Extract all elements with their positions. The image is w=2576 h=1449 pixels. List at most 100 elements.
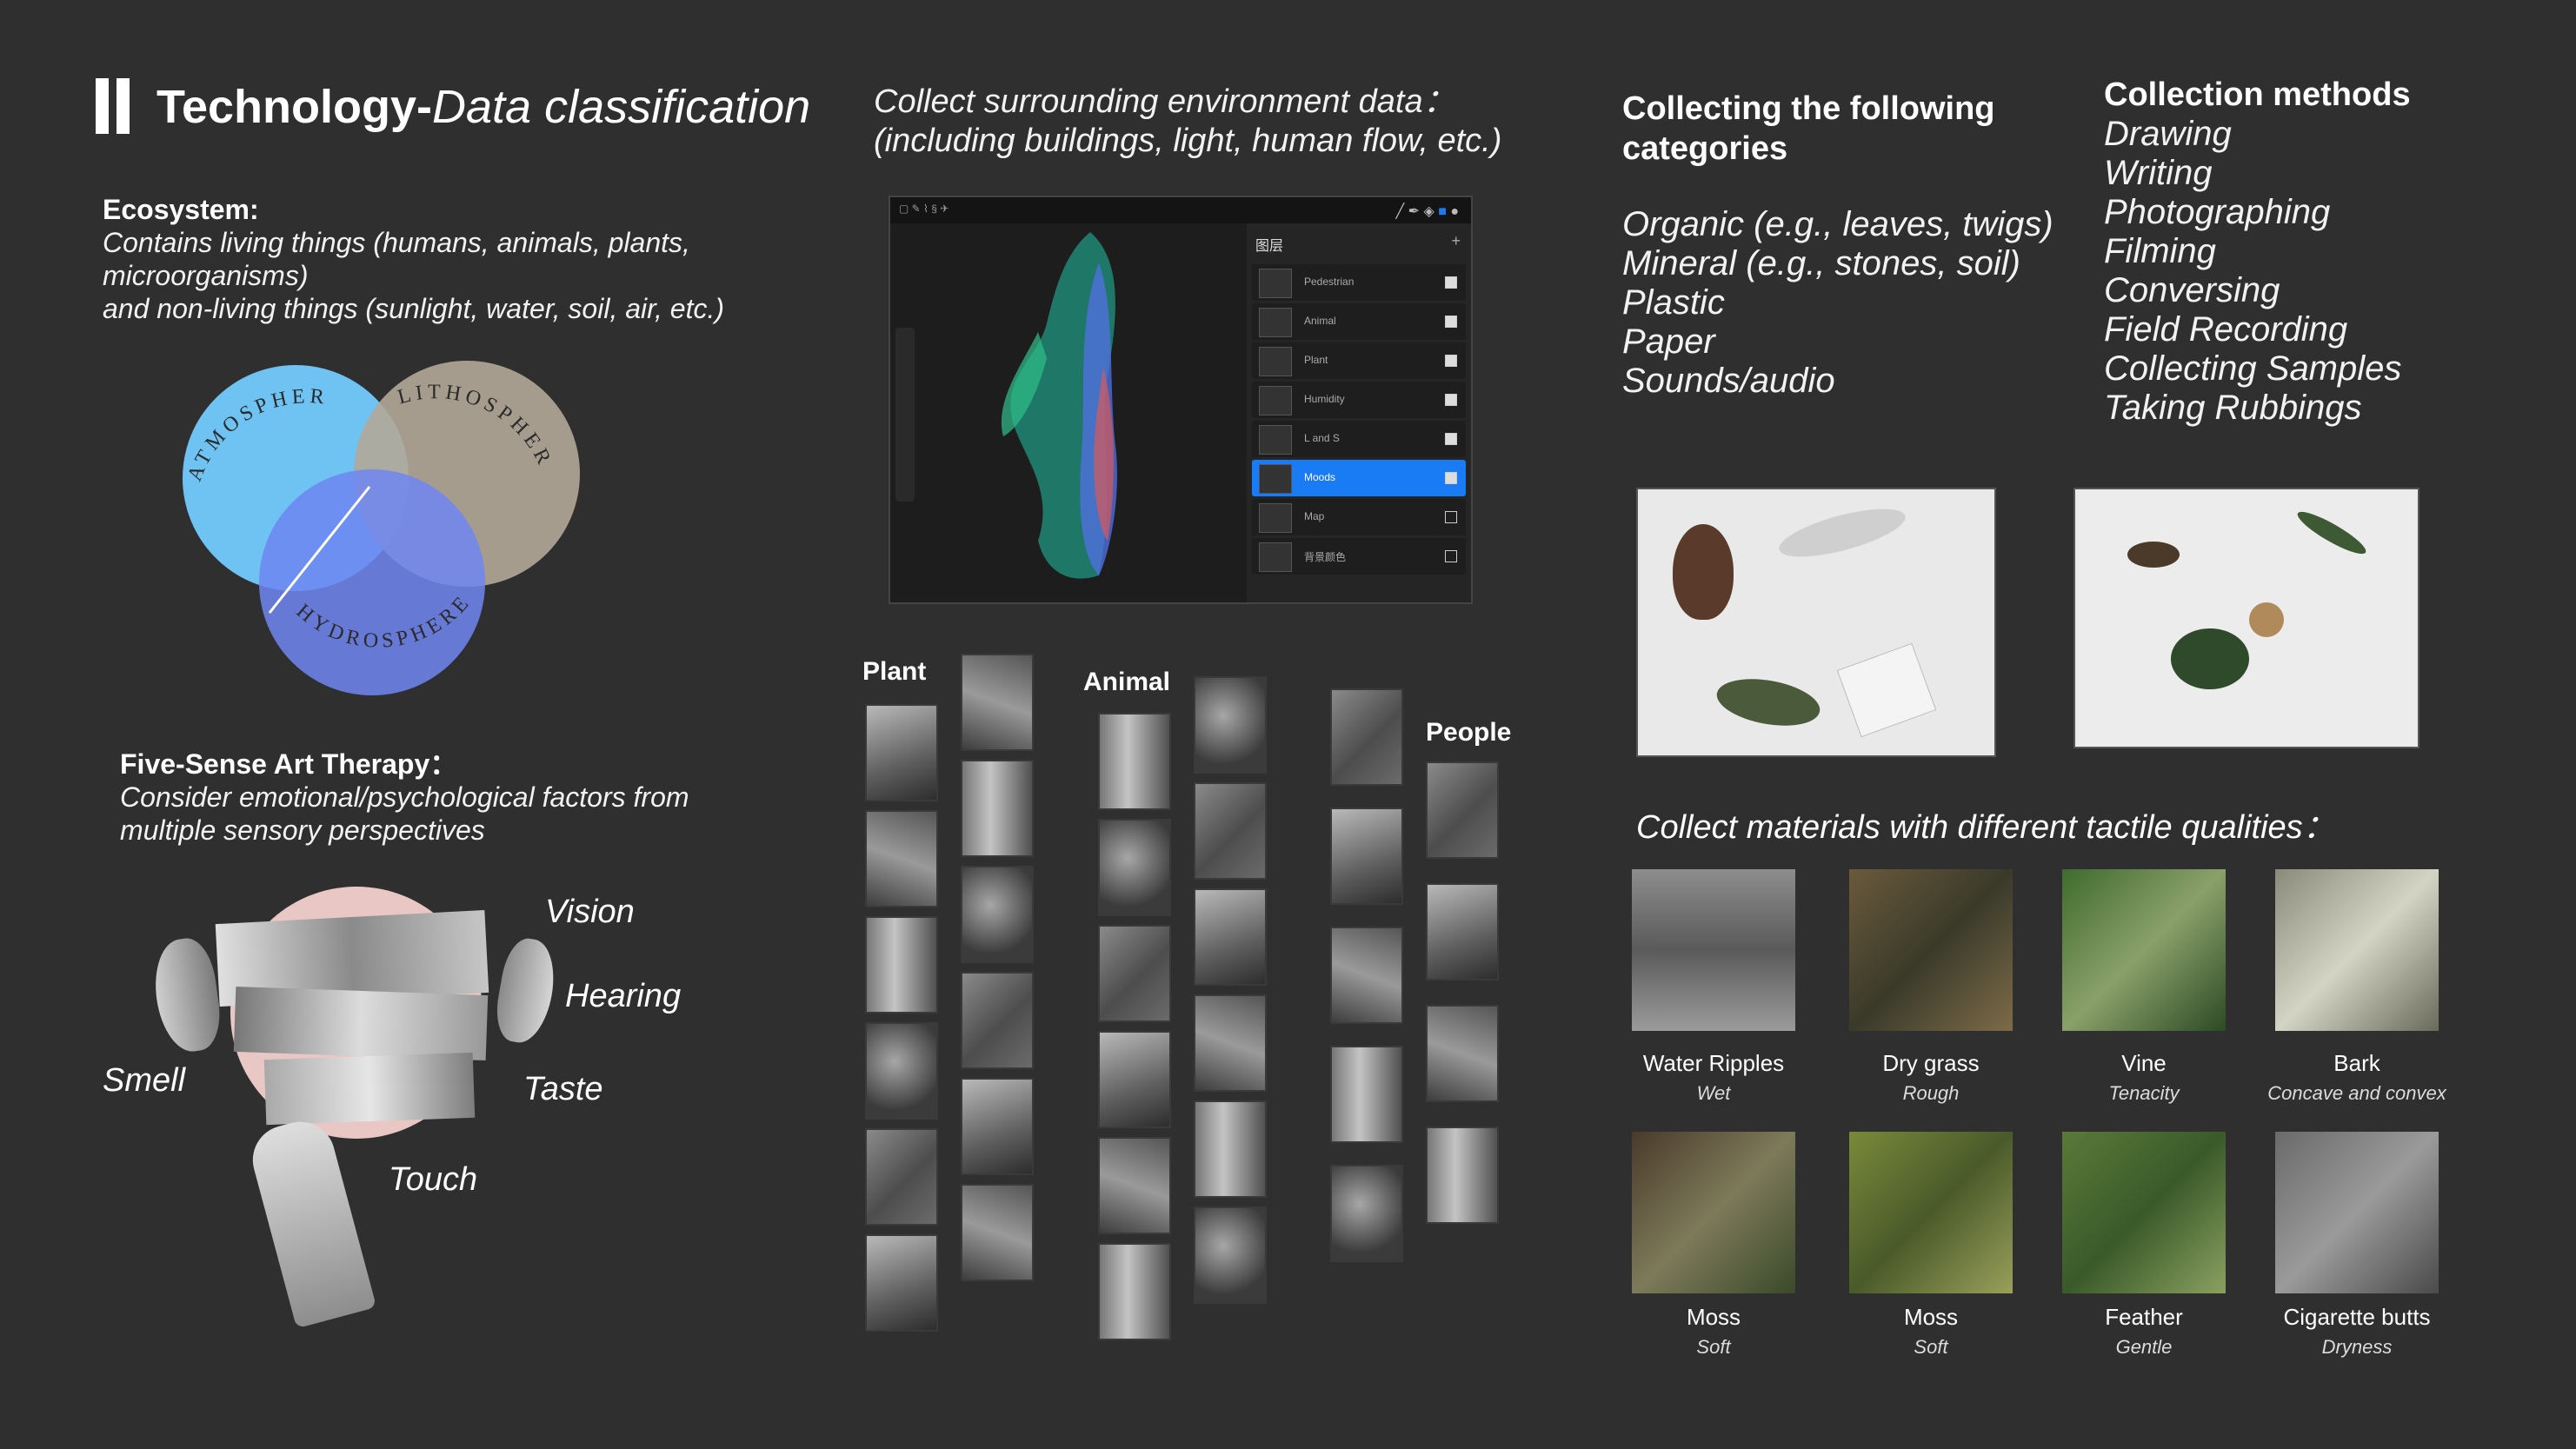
layer-row[interactable]: Animal (1252, 303, 1466, 340)
tactile-quality: Wet (1696, 1082, 1731, 1104)
method-item: Taking Rubbings (2104, 389, 2362, 427)
five-sense-line: multiple sensory perspectives (120, 814, 485, 846)
title-bars-icon (96, 78, 130, 134)
sense-touch-label: Touch (389, 1161, 478, 1198)
tactile-name: Dry grass (1882, 1050, 1980, 1076)
animal-photo (1194, 994, 1267, 1092)
data-visualization-image (1002, 232, 1117, 579)
plant-photo (865, 1022, 938, 1120)
app-toolbar: ▢ ✎ ⌇ § ✈ ╱ ✒ ◈ ■ ● (890, 197, 1471, 223)
layer-visibility-checkbox[interactable] (1445, 394, 1457, 406)
layer-row[interactable]: Plant (1252, 342, 1466, 379)
sense-taste-label: Taste (523, 1071, 603, 1107)
layer-name: Map (1304, 510, 1325, 522)
tactile-photo (1849, 1132, 2013, 1293)
tactile-photo (2062, 1132, 2226, 1293)
category-item: Plastic (1622, 283, 1725, 322)
layer-thumbnail (1259, 308, 1292, 337)
layer-name: L and S (1304, 432, 1340, 444)
animal-photo (1098, 713, 1171, 810)
tactile-quality: Soft (1696, 1336, 1731, 1358)
ecosystem-section: Ecosystem: Contains living things (human… (103, 193, 815, 325)
layer-row[interactable]: Humidity (1252, 382, 1466, 418)
collect-env-line: Collect surrounding environment data： (874, 83, 1456, 120)
sense-vision-label: Vision (545, 894, 635, 930)
categories-section: Collecting the following categories Orga… (1622, 89, 2074, 401)
category-item: Sounds/audio (1622, 362, 1835, 400)
layer-name: Pedestrian (1304, 276, 1355, 288)
layer-visibility-checkbox[interactable] (1445, 511, 1457, 523)
layer-thumbnail (1259, 542, 1292, 572)
method-item: Field Recording (2104, 310, 2348, 349)
layer-row[interactable]: Pedestrian (1252, 264, 1466, 301)
plant-photo (961, 1184, 1034, 1281)
tactile-name: Bark (2333, 1050, 2380, 1076)
layer-name: 背景颜色 (1304, 551, 1347, 563)
tactile-caption: Moss Soft (1814, 1304, 2047, 1359)
animal-photo (1098, 1137, 1171, 1234)
group-animal-label: Animal (1083, 668, 1171, 696)
five-sense-heading: Five-Sense Art Therapy： (120, 748, 458, 780)
layer-row[interactable]: Moods (1252, 460, 1466, 496)
plant-photo (961, 1078, 1034, 1175)
layer-visibility-checkbox[interactable] (1445, 355, 1457, 367)
methods-heading: Collection methods (2104, 76, 2411, 113)
ecosystem-heading: Ecosystem: (103, 194, 259, 225)
animal-photo (1098, 1031, 1171, 1128)
tactile-photo (1849, 869, 2013, 1031)
layer-thumbnail (1259, 503, 1292, 533)
method-item: Writing (2104, 154, 2213, 192)
plant-photo (865, 704, 938, 801)
tactile-caption: Water Ripples Wet (1597, 1050, 1830, 1105)
samples-photo-2 (2073, 488, 2420, 748)
layer-row[interactable]: 背景颜色 (1252, 538, 1466, 575)
tactile-photo (1632, 1132, 1795, 1293)
layer-thumbnail (1259, 386, 1292, 415)
ecosystem-line: Contains living things (humans, animals,… (103, 227, 690, 258)
tactile-caption: Dry grass Rough (1814, 1050, 2047, 1105)
venn-diagram: ATMOSPHERE LITHOSPHERE HYDROSPHERE (148, 352, 580, 695)
tactile-quality: Rough (1902, 1082, 1960, 1104)
samples-photo-1 (1636, 488, 1996, 757)
categories-heading: Collecting the following (1622, 90, 1995, 127)
layer-thumbnail (1259, 464, 1292, 494)
add-layer-icon[interactable]: + (1451, 232, 1461, 250)
method-item: Photographing (2104, 193, 2331, 231)
layer-visibility-checkbox[interactable] (1445, 472, 1457, 484)
people-photo (1426, 1005, 1499, 1102)
methods-list: Drawing Writing Photographing Filming Conver… (2104, 115, 2539, 428)
collect-env-section: Collect surrounding environment data： (i… (874, 83, 1639, 161)
group-plant-label: Plant (862, 657, 927, 686)
tactile-quality: Gentle (2115, 1336, 2173, 1358)
plant-photo (865, 916, 938, 1014)
drawing-app-screenshot: ▢ ✎ ⌇ § ✈ ╱ ✒ ◈ ■ ● 图层 + Pedestrian Anima… (889, 196, 1473, 604)
tactile-name: Vine (2121, 1050, 2167, 1076)
tactile-photo (2275, 1132, 2439, 1293)
people-photo (1330, 808, 1403, 905)
plant-photo (961, 866, 1034, 963)
five-sense-section: Five-Sense Art Therapy： Consider emotion… (120, 748, 815, 847)
tactile-quality: Soft (1914, 1336, 1948, 1358)
layer-row[interactable]: L and S (1252, 421, 1466, 457)
group-people-label: People (1426, 718, 1512, 747)
animal-photo (1194, 1206, 1267, 1304)
layer-visibility-checkbox[interactable] (1445, 550, 1457, 562)
category-item: Paper (1622, 322, 1715, 361)
sense-smell-label: Smell (103, 1062, 186, 1099)
layer-visibility-checkbox[interactable] (1445, 276, 1457, 289)
toolbar-icons-left: ▢ ✎ ⌇ § ✈ (899, 203, 949, 215)
layer-row[interactable]: Map (1252, 499, 1466, 535)
tactile-photo (2275, 869, 2439, 1031)
plant-photo (865, 1128, 938, 1226)
tactile-caption: Feather Gentle (2027, 1304, 2260, 1359)
method-item: Drawing (2104, 115, 2232, 153)
layers-panel: 图层 + Pedestrian Animal Plant Humidity L and … (1247, 223, 1471, 602)
layer-visibility-checkbox[interactable] (1445, 316, 1457, 328)
layer-visibility-checkbox[interactable] (1445, 433, 1457, 445)
tactile-caption: Moss Soft (1597, 1304, 1830, 1359)
tactile-quality: Tenacity (2108, 1082, 2180, 1104)
tactile-name: Cigarette butts (2283, 1304, 2431, 1330)
category-item: Mineral (e.g., stones, soil) (1622, 244, 2020, 282)
plant-photo (961, 972, 1034, 1069)
people-photo (1426, 1127, 1499, 1224)
